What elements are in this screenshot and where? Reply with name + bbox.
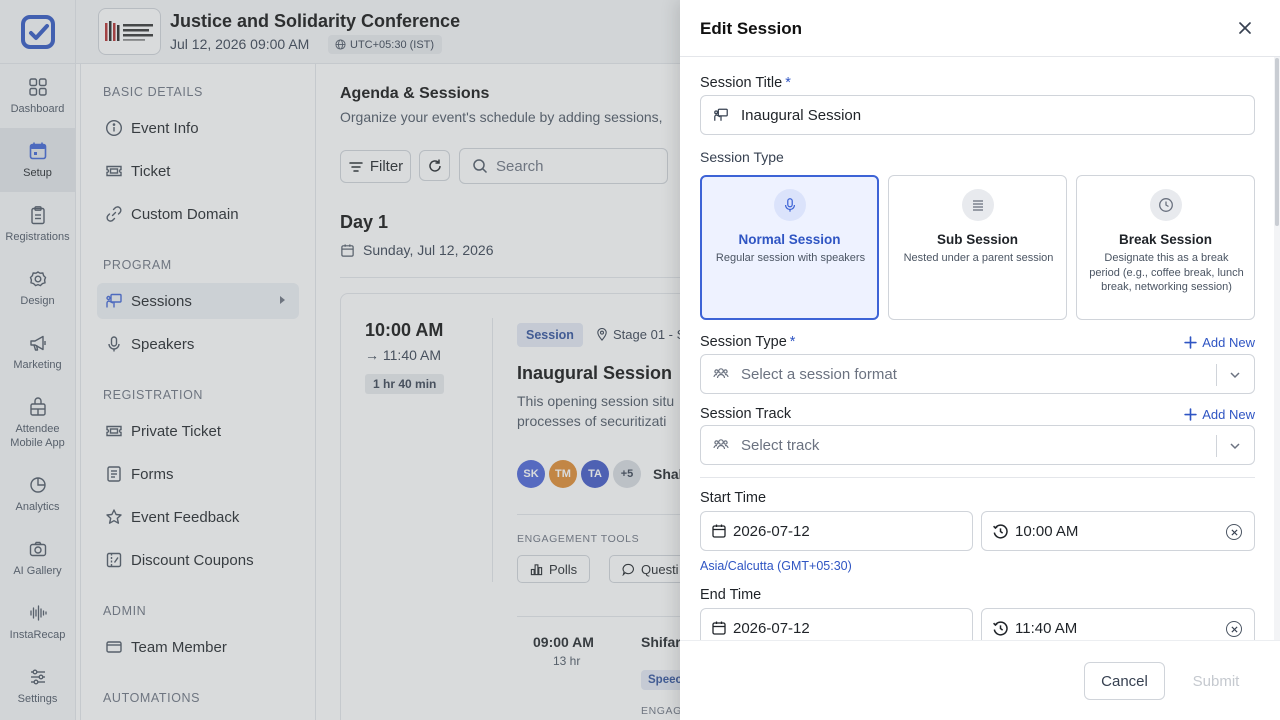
chevron-down-icon	[1230, 372, 1240, 379]
session-title-value: Inaugural Session	[741, 106, 862, 124]
clock-icon	[1159, 198, 1173, 212]
select-separator	[1216, 435, 1217, 457]
tc-icon-wrap	[1150, 189, 1182, 221]
session-format-select[interactable]: Select a session format	[700, 354, 1255, 394]
list-icon	[973, 200, 983, 211]
plus-icon	[1184, 408, 1197, 421]
type-card-title: Sub Session	[936, 232, 1019, 247]
divider	[700, 477, 1255, 478]
session-track-label: Session Track	[700, 406, 792, 422]
close-button[interactable]	[1236, 19, 1254, 37]
panel-header: Edit Session	[680, 0, 1280, 57]
type-card-description: Designate this as a break period (e.g., …	[1089, 252, 1244, 293]
end-date-value: 2026-07-12	[733, 619, 810, 637]
close-icon	[1239, 22, 1251, 34]
end-time-label: End Time	[700, 587, 762, 603]
type-card-normal-session[interactable]: Normal Session Regular session with spea…	[700, 175, 879, 320]
session-format-label: Session Type *	[700, 334, 796, 350]
close-icon	[1230, 625, 1238, 633]
panel-title: Edit Session	[700, 19, 803, 38]
modal-backdrop[interactable]	[0, 0, 680, 720]
session-title-label: Session Title *	[700, 75, 791, 91]
session-track-select[interactable]: Select track	[700, 425, 1255, 465]
select-separator	[1216, 364, 1217, 386]
type-card-sub-session[interactable]: Sub Session Nested under a parent sessio…	[888, 175, 1067, 320]
start-date-input[interactable]: 2026-07-12	[700, 511, 973, 551]
panel-footer: Cancel Submit	[680, 640, 1280, 720]
users-icon	[713, 368, 729, 379]
type-card-description: Nested under a parent session	[903, 252, 1054, 264]
start-time-label: Start Time	[700, 490, 767, 506]
edit-session-panel: Edit Session Session Title * Inaugural Se…	[680, 0, 1280, 720]
users-icon	[713, 439, 729, 450]
calendar-icon	[712, 621, 726, 635]
timezone-link[interactable]: Asia/Calcutta (GMT+05:30)	[700, 559, 852, 573]
clear-start-time-button[interactable]	[1226, 524, 1242, 540]
session-format-placeholder: Select a session format	[741, 365, 897, 383]
session-title-input[interactable]: Inaugural Session	[700, 95, 1255, 135]
session-type-heading: Session Type	[700, 149, 784, 165]
session-track-placeholder: Select track	[741, 436, 820, 454]
start-date-value: 2026-07-12	[733, 522, 810, 540]
scrollbar-thumb[interactable]	[1275, 58, 1279, 226]
chevron-down-icon	[1230, 443, 1240, 450]
clear-end-time-button[interactable]	[1226, 621, 1242, 637]
type-card-title: Break Session	[1118, 232, 1213, 247]
calendar-icon	[712, 524, 726, 538]
end-time-value: 11:40 AM	[1015, 619, 1078, 637]
tc-icon-wrap	[774, 189, 806, 221]
add-new-format-link[interactable]: Add New	[1184, 335, 1255, 350]
close-icon	[1230, 528, 1238, 536]
clock-icon	[993, 523, 1008, 539]
tc-icon-wrap	[962, 189, 994, 221]
presentation-icon	[714, 108, 728, 121]
plus-icon	[1184, 336, 1197, 349]
submit-button[interactable]: Submit	[1177, 662, 1255, 700]
type-card-break-session[interactable]: Break Session Designate this as a break …	[1076, 175, 1255, 320]
add-new-track-link[interactable]: Add New	[1184, 407, 1255, 422]
clock-icon	[993, 620, 1008, 636]
start-time-value: 10:00 AM	[1015, 522, 1079, 540]
type-card-description: Regular session with speakers	[715, 252, 866, 264]
type-card-title: Normal Session	[738, 232, 841, 247]
microphone-icon	[784, 198, 796, 212]
start-time-input[interactable]: 10:00 AM	[981, 511, 1255, 551]
cancel-button[interactable]: Cancel	[1084, 662, 1165, 700]
